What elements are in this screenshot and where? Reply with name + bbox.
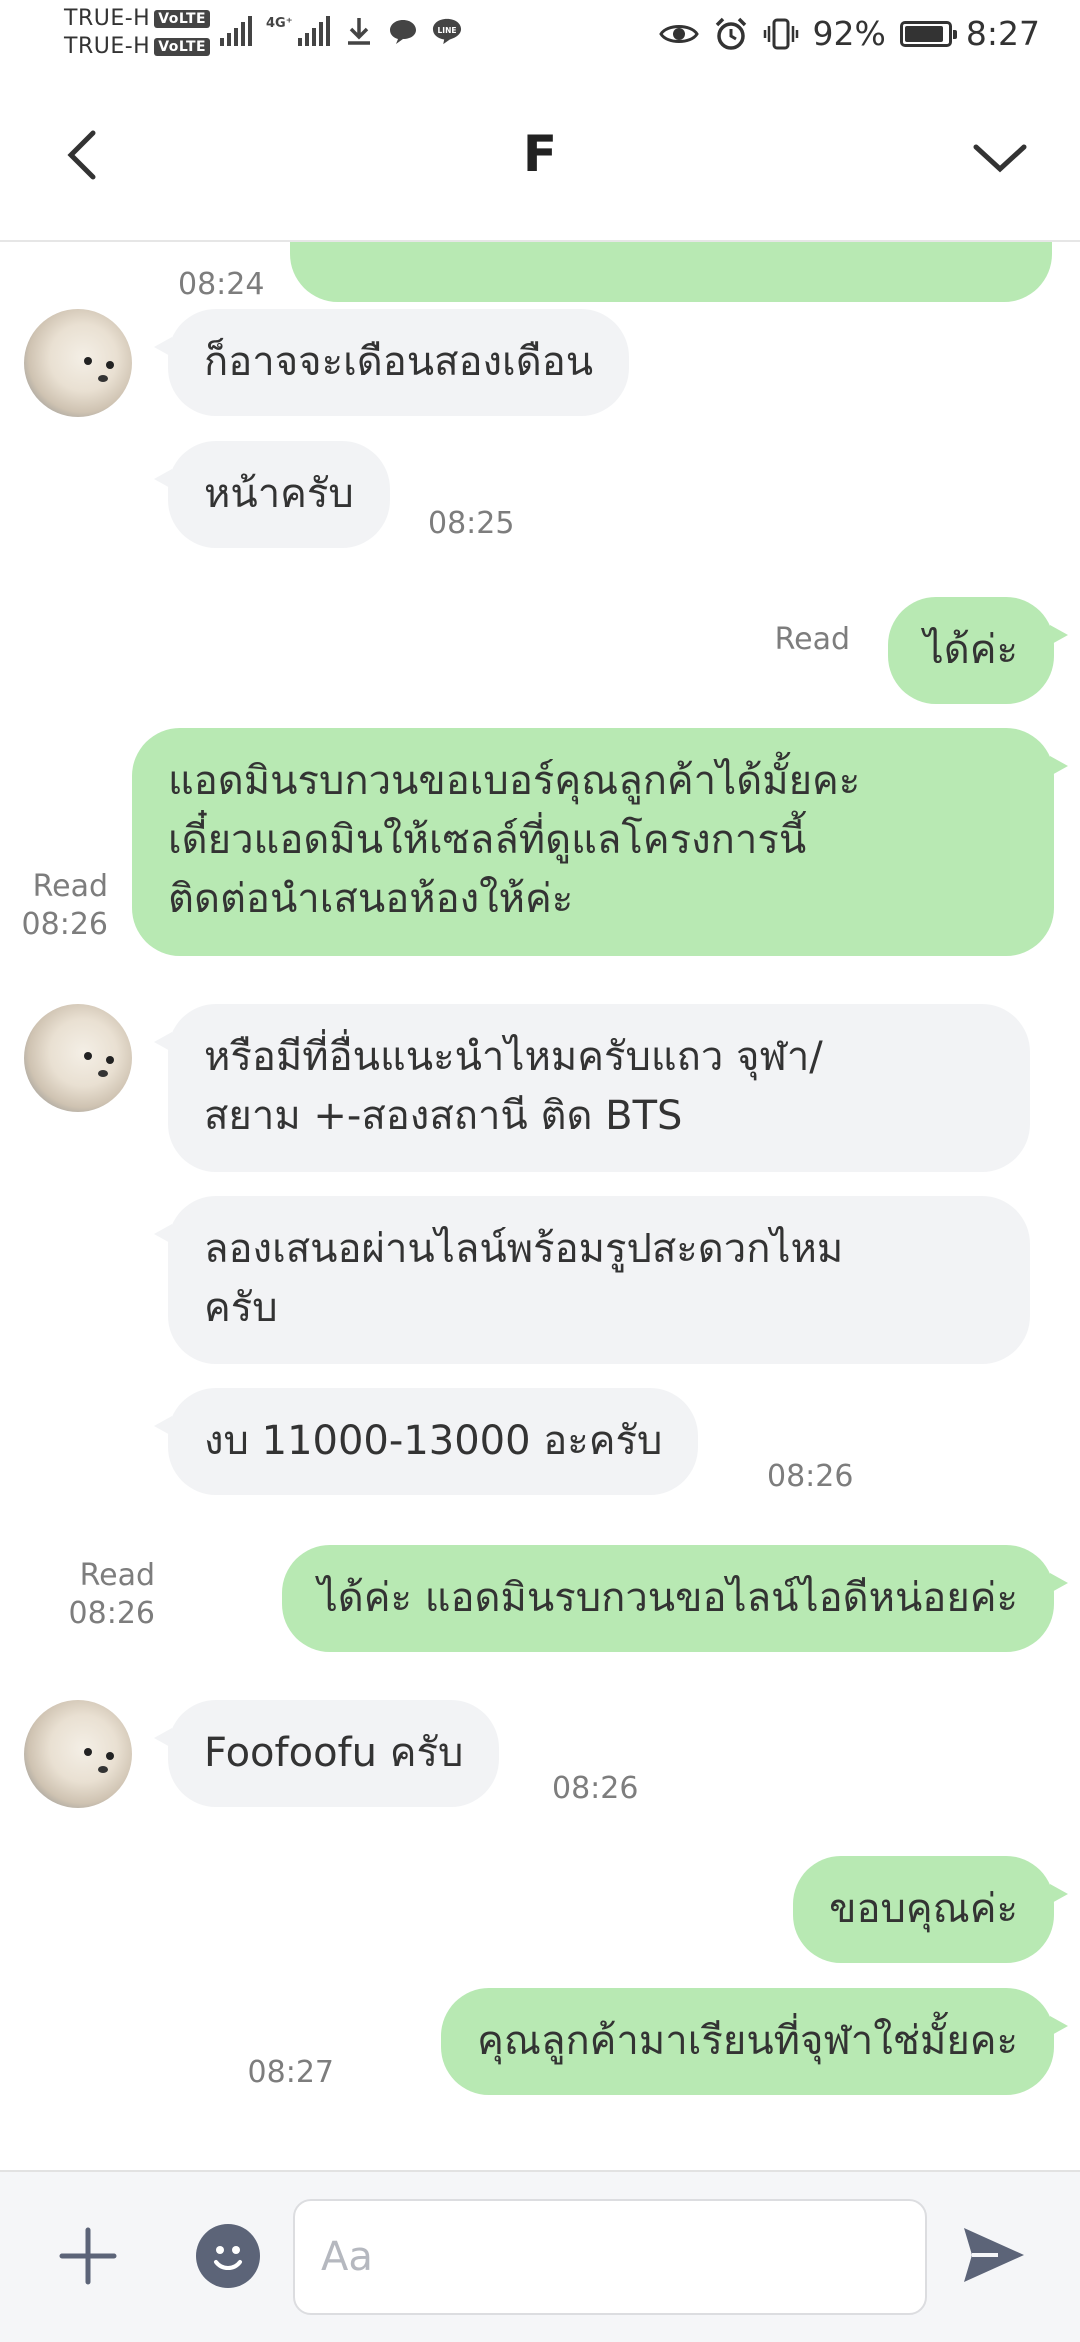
status-bar: TRUE-H VoLTE TRUE-H VoLTE 4G⁺ LINE 92% 8:2…	[0, 0, 1080, 75]
message-bubble-outgoing[interactable]: แอดมินรบกวนขอเบอร์คุณลูกค้าได้มั้ยคะ เดี…	[132, 728, 1068, 956]
message-text: แอดมินรบกวนขอเบอร์คุณลูกค้าได้มั้ยคะ เดี…	[168, 758, 861, 922]
chat-header: F	[0, 75, 1080, 242]
avatar[interactable]	[24, 1700, 132, 1808]
message-text: ขอบคุณค่ะ	[829, 1886, 1018, 1932]
message-bubble-incoming[interactable]: Foofoofu ครับ	[153, 1700, 500, 1807]
message-bubble-outgoing[interactable]: ขอบคุณค่ะ	[793, 1856, 1068, 1963]
battery-percent: 92%	[812, 14, 886, 53]
attach-button[interactable]	[56, 2224, 120, 2288]
message-composer	[0, 2170, 1080, 2342]
message-bubble-incoming[interactable]: ก็อาจจะเดือนสองเดือน	[153, 309, 630, 416]
message-time: 08:24	[178, 267, 265, 302]
read-receipt: Read	[79, 1558, 155, 1593]
message-bubble-outgoing[interactable]: ได้ค่ะ	[887, 597, 1069, 704]
message-text: งบ 11000-13000 อะครับ	[204, 1418, 663, 1464]
read-receipt: Read	[32, 869, 108, 904]
signal-4g-icon: 4G⁺	[266, 16, 330, 46]
message-text: หน้าครับ	[204, 471, 354, 517]
message-bubble-incoming[interactable]: หรือมีที่อื่นแนะนำไหมครับแถว จุฬา/ สยาม …	[154, 1004, 1030, 1172]
chat-title: F	[522, 125, 558, 183]
carrier-2-label: TRUE-H	[64, 34, 151, 59]
message-meta: Read 08:26	[22, 868, 108, 944]
message-text: ได้ค่ะ แอดมินรบกวนขอไลน์ไอดีหน่อยค่ะ	[317, 1575, 1018, 1621]
carrier-1-label: TRUE-H	[64, 6, 151, 31]
message-time: 08:26	[68, 1596, 155, 1631]
message-time: 08:26	[21, 907, 108, 942]
message-text: หรือมีที่อื่นแนะนำไหมครับแถว จุฬา/ สยาม …	[204, 1034, 823, 1139]
smiley-icon	[214, 2246, 242, 2270]
line-app-icon: LINE	[432, 16, 462, 46]
message-time: 08:26	[767, 1459, 854, 1494]
carrier-2: TRUE-H VoLTE	[64, 34, 211, 59]
download-icon	[344, 16, 374, 46]
message-bubble-outgoing[interactable]: คุณลูกค้ามาเรียนที่จุฬาใช่มั้ยคะ	[441, 1988, 1068, 2095]
avatar[interactable]	[24, 309, 132, 417]
eye-icon	[658, 24, 699, 43]
status-icons-right: 92% 8:27	[658, 14, 1040, 53]
message-time: 08:26	[552, 1771, 639, 1806]
read-receipt: Read	[774, 622, 850, 657]
send-icon	[964, 2228, 1024, 2282]
message-text: ลองเสนอผ่านไลน์พร้อมรูปสะดวกไหม ครับ	[204, 1226, 844, 1331]
message-text: คุณลูกค้ามาเรียนที่จุฬาใช่มั้ยคะ	[477, 2018, 1018, 2064]
message-bubble-incoming[interactable]: ลองเสนอผ่านไลน์พร้อมรูปสะดวกไหม ครับ	[154, 1196, 1030, 1364]
volte-badge: VoLTE	[154, 10, 211, 28]
message-bubble-outgoing[interactable]: ได้ค่ะ แอดมินรบกวนขอไลน์ไอดีหน่อยค่ะ	[281, 1545, 1069, 1652]
send-button[interactable]	[958, 2220, 1028, 2290]
volte-badge: VoLTE	[154, 38, 211, 56]
chevron-down-icon	[973, 144, 1027, 173]
status-icons-left: 4G⁺ LINE	[220, 16, 462, 46]
carrier-1: TRUE-H VoLTE	[64, 6, 211, 31]
message-text: Foofoofu ครับ	[204, 1730, 464, 1776]
signal-icon	[220, 16, 252, 46]
message-bubble-incoming[interactable]: หน้าครับ	[154, 441, 390, 548]
message-text: ก็อาจจะเดือนสองเดือน	[204, 339, 594, 385]
alarm-icon	[715, 17, 746, 50]
collapse-button[interactable]	[970, 127, 1030, 187]
avatar[interactable]	[24, 1004, 132, 1112]
svg-text:LINE: LINE	[437, 26, 456, 35]
message-time: 08:25	[428, 506, 515, 541]
message-time: 08:27	[247, 2055, 334, 2090]
vibrate-icon	[763, 18, 798, 49]
message-icon	[388, 16, 418, 46]
network-type: 4G⁺	[266, 16, 293, 31]
message-text: ได้ค่ะ	[923, 627, 1018, 673]
message-bubble-outgoing[interactable]	[290, 242, 1052, 302]
battery-icon	[899, 20, 957, 47]
message-list[interactable]: 08:24 ก็อาจจะเดือนสองเดือน หน้าครับ 08:2…	[0, 242, 1080, 2170]
message-bubble-incoming[interactable]: งบ 11000-13000 อะครับ	[153, 1388, 699, 1495]
message-meta: Read 08:26	[69, 1557, 155, 1633]
message-input[interactable]	[293, 2199, 927, 2315]
clock: 8:27	[965, 14, 1040, 53]
plus-icon	[59, 2227, 117, 2285]
emoji-button[interactable]	[196, 2224, 260, 2288]
